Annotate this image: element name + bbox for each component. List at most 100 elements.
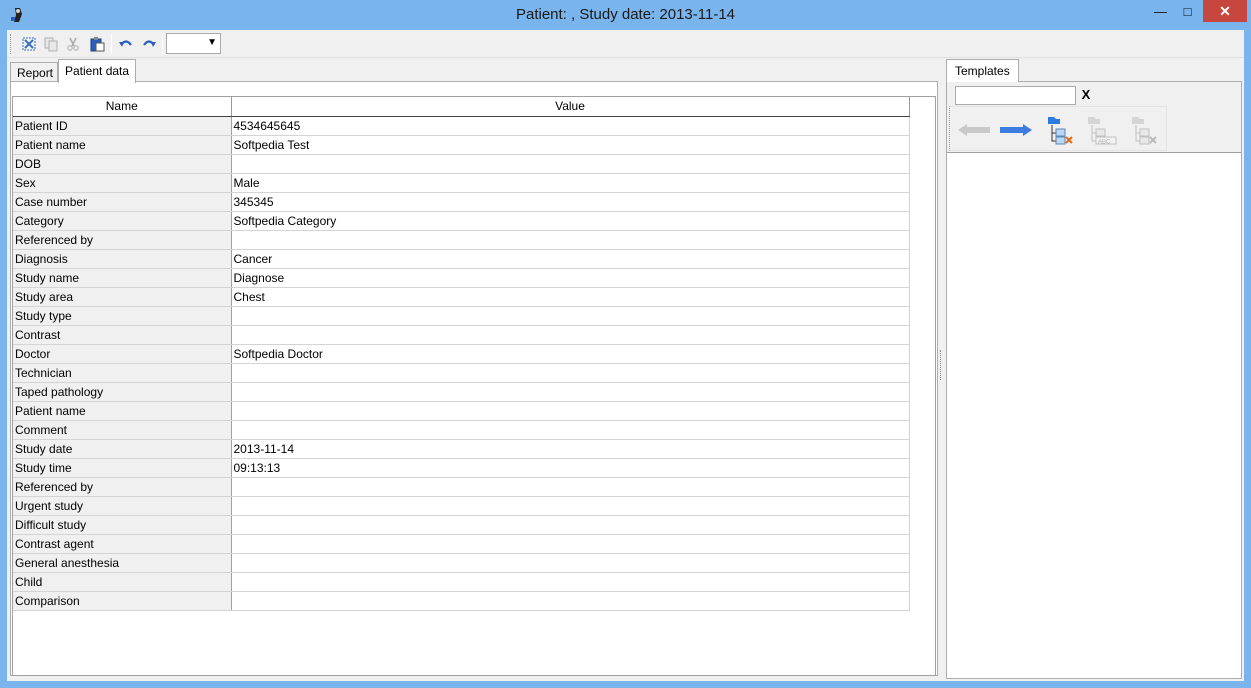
minimize-button[interactable]: — bbox=[1147, 0, 1174, 22]
table-row[interactable]: Diagnosis Cancer bbox=[13, 249, 910, 269]
table-row[interactable]: Doctor Softpedia Doctor bbox=[13, 344, 910, 364]
tab-report[interactable]: Report bbox=[10, 62, 58, 82]
table-row[interactable]: Patient name bbox=[13, 401, 910, 421]
table-row[interactable]: Difficult study bbox=[13, 515, 910, 535]
row-value-cell[interactable] bbox=[231, 306, 910, 326]
table-row[interactable]: Study name Diagnose bbox=[13, 268, 910, 288]
rename-template-button[interactable]: ABC bbox=[1084, 115, 1120, 145]
forward-button[interactable] bbox=[998, 115, 1034, 145]
table-row[interactable]: Patient name Softpedia Test bbox=[13, 135, 910, 155]
table-row[interactable]: Sex Male bbox=[13, 173, 910, 193]
tab-patient-data[interactable]: Patient data bbox=[58, 59, 136, 83]
row-value-cell[interactable]: Softpedia Test bbox=[231, 135, 910, 155]
table-row[interactable]: Study area Chest bbox=[13, 287, 910, 307]
row-name-cell[interactable]: Taped pathology bbox=[13, 382, 232, 402]
row-name-cell[interactable]: Patient name bbox=[13, 401, 232, 421]
row-value-cell[interactable] bbox=[231, 534, 910, 554]
toolbar-grip[interactable] bbox=[10, 34, 13, 54]
row-name-cell[interactable]: Contrast bbox=[13, 325, 232, 345]
table-row[interactable]: Study date 2013-11-14 bbox=[13, 439, 910, 459]
row-value-cell[interactable]: Diagnose bbox=[231, 268, 910, 288]
table-row[interactable]: Technician bbox=[13, 363, 910, 383]
new-template-button[interactable] bbox=[1042, 115, 1078, 145]
row-value-cell[interactable] bbox=[231, 496, 910, 516]
table-row[interactable]: Child bbox=[13, 572, 910, 592]
table-row[interactable]: Patient ID 4534645645 bbox=[13, 116, 910, 136]
row-value-cell[interactable] bbox=[231, 591, 910, 611]
table-row[interactable]: Taped pathology bbox=[13, 382, 910, 402]
undo-button[interactable] bbox=[116, 34, 136, 54]
row-value-cell[interactable] bbox=[231, 477, 910, 497]
patient-data-grid[interactable]: Name Value Patient ID 4534645645 Patient n… bbox=[12, 96, 936, 676]
title-bar[interactable]: Patient: , Study date: 2013-11-14 — □ ✕ bbox=[0, 0, 1251, 30]
row-name-cell[interactable]: Urgent study bbox=[13, 496, 232, 516]
table-row[interactable]: Contrast bbox=[13, 325, 910, 345]
row-name-cell[interactable]: Contrast agent bbox=[13, 534, 232, 554]
row-name-cell[interactable]: Sex bbox=[13, 173, 232, 193]
row-value-cell[interactable]: 09:13:13 bbox=[231, 458, 910, 478]
row-value-cell[interactable]: Cancer bbox=[231, 249, 910, 269]
column-header-value[interactable]: Value bbox=[231, 97, 910, 117]
row-value-cell[interactable]: 345345 bbox=[231, 192, 910, 212]
table-row[interactable]: Comparison bbox=[13, 591, 910, 611]
table-row[interactable]: Referenced by bbox=[13, 230, 910, 250]
row-name-cell[interactable]: Doctor bbox=[13, 344, 232, 364]
row-value-cell[interactable] bbox=[231, 154, 910, 174]
template-search-input[interactable] bbox=[955, 86, 1076, 105]
row-name-cell[interactable]: General anesthesia bbox=[13, 553, 232, 573]
redo-button[interactable] bbox=[139, 34, 159, 54]
row-name-cell[interactable]: Comparison bbox=[13, 591, 232, 611]
copy-button[interactable] bbox=[41, 34, 61, 54]
table-row[interactable]: Urgent study bbox=[13, 496, 910, 516]
table-row[interactable]: General anesthesia bbox=[13, 553, 910, 573]
select-all-button[interactable] bbox=[19, 34, 39, 54]
column-header-name[interactable]: Name bbox=[13, 97, 232, 117]
row-value-cell[interactable] bbox=[231, 572, 910, 592]
table-row[interactable]: Category Softpedia Category bbox=[13, 211, 910, 231]
clear-search-button[interactable]: X bbox=[1079, 87, 1093, 104]
table-row[interactable]: Referenced by bbox=[13, 477, 910, 497]
row-name-cell[interactable]: Difficult study bbox=[13, 515, 232, 535]
table-row[interactable]: Study time 09:13:13 bbox=[13, 458, 910, 478]
table-row[interactable]: DOB bbox=[13, 154, 910, 174]
row-name-cell[interactable]: Study area bbox=[13, 287, 232, 307]
panel-splitter[interactable] bbox=[940, 350, 944, 380]
toolbar-combo[interactable]: ▼ bbox=[166, 33, 221, 54]
row-value-cell[interactable]: Chest bbox=[231, 287, 910, 307]
row-value-cell[interactable] bbox=[231, 553, 910, 573]
row-name-cell[interactable]: Study time bbox=[13, 458, 232, 478]
row-value-cell[interactable] bbox=[231, 230, 910, 250]
chevron-down-icon[interactable]: ▼ bbox=[207, 37, 217, 48]
row-value-cell[interactable] bbox=[231, 382, 910, 402]
tab-templates[interactable]: Templates bbox=[946, 59, 1019, 82]
row-value-cell[interactable] bbox=[231, 420, 910, 440]
row-value-cell[interactable] bbox=[231, 325, 910, 345]
row-name-cell[interactable]: Comment bbox=[13, 420, 232, 440]
row-name-cell[interactable]: Technician bbox=[13, 363, 232, 383]
row-value-cell[interactable]: Softpedia Doctor bbox=[231, 344, 910, 364]
row-value-cell[interactable] bbox=[231, 363, 910, 383]
row-name-cell[interactable]: Referenced by bbox=[13, 477, 232, 497]
row-value-cell[interactable]: Male bbox=[231, 173, 910, 193]
row-name-cell[interactable]: Patient ID bbox=[13, 116, 232, 136]
paste-button[interactable] bbox=[87, 34, 107, 54]
row-name-cell[interactable]: Study type bbox=[13, 306, 232, 326]
row-name-cell[interactable]: Child bbox=[13, 572, 232, 592]
row-name-cell[interactable]: Study name bbox=[13, 268, 232, 288]
table-row[interactable]: Contrast agent bbox=[13, 534, 910, 554]
row-value-cell[interactable] bbox=[231, 401, 910, 421]
delete-template-button[interactable] bbox=[1126, 115, 1162, 145]
row-value-cell[interactable]: Softpedia Category bbox=[231, 211, 910, 231]
maximize-button[interactable]: □ bbox=[1174, 0, 1201, 22]
back-button[interactable] bbox=[956, 115, 992, 145]
table-row[interactable]: Comment bbox=[13, 420, 910, 440]
table-row[interactable]: Study type bbox=[13, 306, 910, 326]
row-value-cell[interactable]: 2013-11-14 bbox=[231, 439, 910, 459]
close-button[interactable]: ✕ bbox=[1203, 0, 1247, 22]
row-value-cell[interactable] bbox=[231, 515, 910, 535]
row-name-cell[interactable]: DOB bbox=[13, 154, 232, 174]
row-name-cell[interactable]: Patient name bbox=[13, 135, 232, 155]
cut-button[interactable] bbox=[63, 34, 83, 54]
row-name-cell[interactable]: Case number bbox=[13, 192, 232, 212]
row-name-cell[interactable]: Diagnosis bbox=[13, 249, 232, 269]
